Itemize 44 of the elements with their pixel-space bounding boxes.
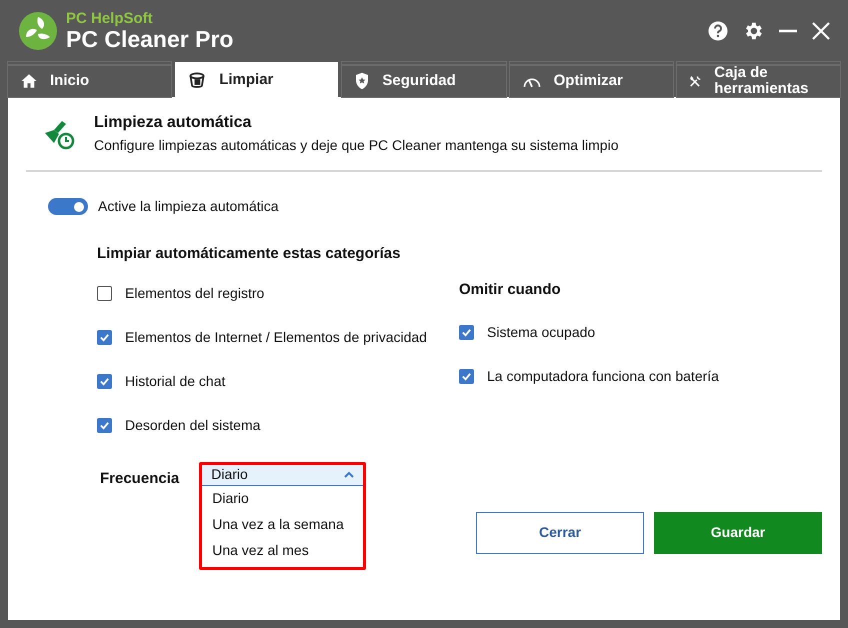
home-icon — [20, 72, 38, 90]
checkmark-icon — [99, 420, 110, 431]
dropdown-option[interactable]: Una vez a la semana — [202, 512, 364, 538]
close-icon[interactable] — [812, 22, 830, 40]
categories-heading: Limpiar automáticamente estas categorías — [97, 244, 402, 264]
checkmark-icon — [461, 327, 472, 338]
checkmark-icon — [99, 332, 110, 343]
app-title: PC Cleaner Pro — [66, 28, 234, 51]
help-icon[interactable] — [708, 21, 728, 41]
frequency-label: Frecuencia — [100, 468, 180, 488]
checkbox-label: Elementos de Internet / Elementos de privacidad — [125, 328, 427, 347]
tab[interactable]: Optimizar — [510, 62, 673, 97]
checkbox[interactable] — [97, 374, 112, 389]
toggle-switch[interactable] — [48, 198, 88, 215]
checkbox[interactable] — [97, 418, 112, 433]
toggle-label: Active la limpieza automática — [98, 197, 279, 216]
section-title: Limpieza automática — [94, 113, 252, 133]
chevron-up-icon — [344, 471, 354, 478]
tab[interactable]: Inicio — [8, 62, 172, 97]
save-button[interactable]: Guardar — [654, 512, 822, 554]
logo-icon — [18, 11, 58, 51]
checkmark-icon — [99, 376, 110, 387]
checkbox-label: Historial de chat — [125, 372, 226, 391]
checkbox-label: Elementos del registro — [125, 284, 264, 303]
skip-heading: Omitir cuando — [459, 280, 562, 298]
dropdown-option[interactable]: Una vez al mes — [202, 538, 364, 564]
tab[interactable]: Caja de herramientas — [676, 62, 840, 97]
section-subtitle: Configure limpiezas automáticas y deje que PC Cleaner mantenga su sistema limpio — [94, 136, 618, 155]
checkbox[interactable] — [97, 330, 112, 345]
checkbox[interactable] — [97, 286, 112, 301]
checkmark-icon — [461, 371, 472, 382]
tab[interactable]: Seguridad — [342, 62, 506, 97]
frequency-dropdown[interactable]: Diario — [202, 464, 364, 486]
dropdown-option[interactable]: Diario — [202, 486, 364, 512]
close-button[interactable]: Cerrar — [476, 512, 644, 554]
brand-name: PC HelpSoft — [66, 11, 154, 26]
bucket-icon — [187, 70, 208, 88]
checkbox-label: Desorden del sistema — [125, 416, 260, 435]
checkbox-label: La computadora funciona con batería — [487, 367, 719, 386]
shield-icon — [354, 72, 370, 90]
checkbox[interactable] — [459, 369, 474, 384]
checkbox[interactable] — [459, 325, 474, 340]
checkbox-label: Sistema ocupado — [487, 323, 596, 342]
tab[interactable]: Limpiar — [175, 62, 338, 97]
